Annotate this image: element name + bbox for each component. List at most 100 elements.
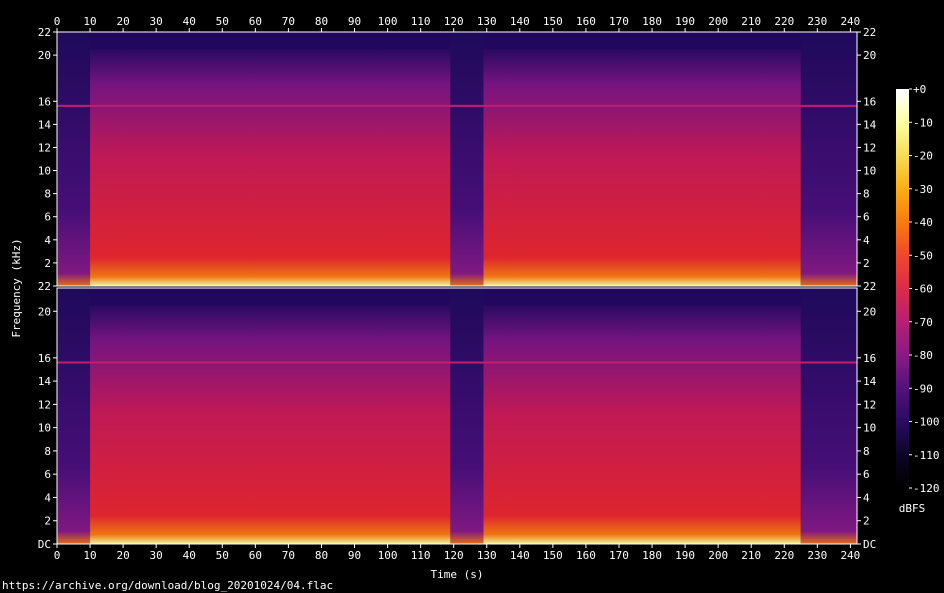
y-tick-label-right: 12 (863, 141, 876, 154)
x-tick-label-top: 170 (609, 15, 629, 28)
x-tick-label-top: 0 (54, 15, 61, 28)
x-tick-label-bottom: 230 (807, 549, 827, 562)
x-tick-label-top: 210 (741, 15, 761, 28)
y-tick-label-left: 8 (44, 188, 51, 201)
y-tick-label-left: 20 (38, 305, 51, 318)
x-tick-label-bottom: 170 (609, 549, 629, 562)
colorbar-tick-label: -40 (913, 216, 933, 229)
energy-segment (800, 32, 857, 286)
x-tick-label-bottom: 20 (116, 549, 129, 562)
x-tick-label-top: 160 (576, 15, 596, 28)
x-tick-label-bottom: 200 (708, 549, 728, 562)
x-tick-label-bottom: 240 (840, 549, 860, 562)
energy-segment (57, 32, 91, 286)
colorbar-tick-label: -110 (913, 449, 940, 462)
y-tick-label-left: 22 (38, 280, 51, 293)
y-tick-label-right: 20 (863, 305, 876, 318)
y-tick-label-left: 20 (38, 49, 51, 62)
y-tick-label-left: 4 (44, 491, 51, 504)
y-tick-label-right: 2 (863, 257, 870, 270)
x-tick-label-top: 130 (477, 15, 497, 28)
colorbar-tick-label: -120 (913, 482, 940, 495)
y-tick-label-left: 6 (44, 468, 51, 481)
x-tick-label-bottom: 30 (150, 549, 163, 562)
y-tick-label-right: 6 (863, 211, 870, 224)
y-tick-label-right: 8 (863, 188, 870, 201)
colorbar-tick-label: -70 (913, 316, 933, 329)
y-tick-label-right: 4 (863, 234, 870, 247)
y-tick-label-right: 16 (863, 95, 876, 108)
y-tick-label-right: 22 (863, 26, 876, 39)
colorbar-tick-label: -60 (913, 283, 933, 296)
colorbar: +0 -10 -20 -30 -40 -50 -60 -70 -80 -90 -100 -110 -12… (896, 83, 940, 515)
y-tick-label-right: 20 (863, 49, 876, 62)
colorbar-tick-label: -30 (913, 183, 933, 196)
y-tick-label-left: 16 (38, 95, 51, 108)
energy-segment (57, 288, 91, 544)
colorbar-tick-label: +0 (913, 83, 926, 96)
y-tick-label-right: 8 (863, 445, 870, 458)
y-tick-label-left: 2 (44, 257, 51, 270)
y-tick-label-left: 4 (44, 234, 51, 247)
colorbar-tick-label: -100 (913, 416, 940, 429)
energy-segment (800, 288, 857, 544)
x-tick-label-top: 40 (183, 15, 196, 28)
x-tick-label-top: 50 (216, 15, 229, 28)
y-tick-label-right: DC (863, 538, 876, 551)
colorbar-tick-label: -90 (913, 382, 933, 395)
x-tick-label-bottom: 10 (83, 549, 96, 562)
x-tick-label-bottom: 190 (675, 549, 695, 562)
x-tick-label-top: 20 (116, 15, 129, 28)
x-tick-label-bottom: 40 (183, 549, 196, 562)
y-tick-label-left: 12 (38, 398, 51, 411)
x-tick-label-bottom: 60 (249, 549, 262, 562)
colorbar-tick-label: -50 (913, 249, 933, 262)
colorbar-label: dBFS (899, 502, 926, 515)
x-tick-label-top: 110 (411, 15, 431, 28)
x-tick-label-bottom: 100 (378, 549, 398, 562)
spectrogram-chart: 22 2220 2016 1614 1412 1210 108 86 64 42 222 2220 20… (10, 15, 940, 581)
x-tick-label-top: 140 (510, 15, 530, 28)
x-tick-label-bottom: 150 (543, 549, 563, 562)
y-tick-label-right: 14 (863, 118, 877, 131)
y-tick-label-left: 14 (38, 118, 52, 131)
x-tick-label-top: 70 (282, 15, 295, 28)
y-tick-label-left: 12 (38, 141, 51, 154)
x-axis-top: 0 10 20 30 40 50 60 70 80 90 100 110 120 130 140 150 160… (54, 15, 860, 32)
x-tick-label-bottom: 90 (348, 549, 361, 562)
x-tick-label-bottom: 50 (216, 549, 229, 562)
x-tick-label-bottom: 180 (642, 549, 662, 562)
x-tick-label-bottom: 0 (54, 549, 61, 562)
x-tick-label-top: 190 (675, 15, 695, 28)
y-tick-label-left: 8 (44, 445, 51, 458)
x-tick-label-top: 100 (378, 15, 398, 28)
y-tick-label-right: 10 (863, 165, 876, 178)
x-tick-label-top: 30 (150, 15, 163, 28)
energy-segment (450, 288, 484, 544)
y-tick-label-left: 2 (44, 515, 51, 528)
y-tick-label-right: 16 (863, 352, 876, 365)
x-tick-label-bottom: 220 (774, 549, 794, 562)
y-tick-label-left: 10 (38, 165, 51, 178)
x-tick-label-bottom: 120 (444, 549, 464, 562)
energy-segment (450, 32, 484, 286)
x-tick-label-top: 10 (83, 15, 96, 28)
energy-segment (483, 305, 517, 544)
x-tick-label-bottom: 130 (477, 549, 497, 562)
y-tick-label-right: 10 (863, 422, 876, 435)
y-tick-label-right: 6 (863, 468, 870, 481)
x-tick-label-top: 150 (543, 15, 563, 28)
y-tick-label-left: 14 (38, 375, 52, 388)
channel-panel-2: 20 20 16 16 14 14 12 12 10 10 8 8 6 6 4 4 2 2 DC DC (38, 287, 877, 551)
x-tick-label-bottom: 210 (741, 549, 761, 562)
x-tick-label-top: 60 (249, 15, 262, 28)
y-tick-label-right: 22 (863, 280, 876, 293)
y-tick-label-left: 16 (38, 352, 51, 365)
y-tick-label-left: DC (38, 538, 51, 551)
y-tick-label-right: 12 (863, 398, 876, 411)
colorbar-tick-label: -10 (913, 116, 933, 129)
y-axis-label: Frequency (kHz) (10, 238, 23, 337)
colorbar-tick-label: -80 (913, 349, 933, 362)
x-axis-label: Time (s) (431, 568, 484, 581)
energy-segment (90, 305, 451, 544)
